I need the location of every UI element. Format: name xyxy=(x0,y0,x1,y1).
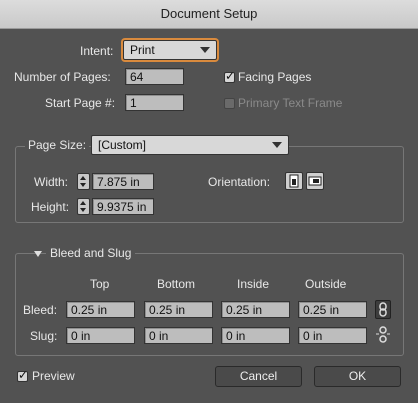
cancel-button[interactable]: Cancel xyxy=(215,366,302,387)
page-size-value: [Custom] xyxy=(98,138,147,152)
disclosure-triangle-icon[interactable] xyxy=(34,251,42,257)
chevron-down-icon xyxy=(200,47,210,53)
bleed-label: Bleed: xyxy=(23,303,58,317)
width-label: Width: xyxy=(34,175,69,189)
chain-link-icon xyxy=(379,302,387,317)
slug-top-field[interactable]: 0 in xyxy=(66,327,135,344)
title-bar: Document Setup xyxy=(0,0,418,29)
bleed-outside-field[interactable]: 0.25 in xyxy=(298,301,367,318)
bleed-inside-field[interactable]: 0.25 in xyxy=(221,301,290,318)
intent-select[interactable]: Print xyxy=(123,40,217,60)
start-page-field[interactable]: 1 xyxy=(125,94,184,111)
column-top: Top xyxy=(90,277,110,291)
check-icon: ✓ xyxy=(18,368,29,382)
broken-chain-link-icon xyxy=(376,326,390,343)
bleed-top-field[interactable]: 0.25 in xyxy=(66,301,135,318)
primary-text-frame-label: Primary Text Frame xyxy=(238,96,343,110)
landscape-orientation-button[interactable] xyxy=(306,172,324,190)
portrait-orientation-button[interactable] xyxy=(285,172,303,190)
portrait-icon xyxy=(289,174,299,188)
bleed-link-button[interactable] xyxy=(375,300,391,319)
width-stepper[interactable] xyxy=(77,173,90,190)
width-field[interactable]: 7.875 in xyxy=(92,173,154,190)
height-stepper[interactable] xyxy=(77,198,90,215)
intent-value: Print xyxy=(130,43,155,57)
orientation-label: Orientation: xyxy=(208,175,271,189)
chevron-down-icon xyxy=(272,142,282,148)
bleed-bottom-field[interactable]: 0.25 in xyxy=(144,301,213,318)
slug-label: Slug: xyxy=(30,329,58,343)
primary-text-frame-checkbox[interactable] xyxy=(224,98,235,109)
number-of-pages-label: Number of Pages: xyxy=(14,70,111,84)
bleed-slug-title: Bleed and Slug xyxy=(46,246,136,260)
slug-outside-field[interactable]: 0 in xyxy=(298,327,367,344)
slug-bottom-field[interactable]: 0 in xyxy=(144,327,213,344)
column-outside: Outside xyxy=(305,277,347,291)
facing-pages-checkbox[interactable]: ✓ xyxy=(224,69,236,83)
preview-checkbox[interactable]: ✓ xyxy=(17,368,29,382)
page-size-label: Page Size: xyxy=(25,138,90,152)
check-icon: ✓ xyxy=(225,69,236,83)
height-label: Height: xyxy=(31,200,70,214)
column-inside: Inside xyxy=(237,277,270,291)
start-page-label: Start Page #: xyxy=(45,96,116,110)
intent-label: Intent: xyxy=(80,44,114,58)
dialog-title: Document Setup xyxy=(160,6,258,21)
landscape-icon xyxy=(308,176,322,186)
slug-inside-field[interactable]: 0 in xyxy=(221,327,290,344)
document-setup-dialog: Intent: Print Number of Pages: 64 Start … xyxy=(0,29,418,403)
preview-label: Preview xyxy=(32,369,75,383)
column-bottom: Bottom xyxy=(157,277,196,291)
slug-link-button[interactable] xyxy=(375,325,391,344)
number-of-pages-field[interactable]: 64 xyxy=(125,68,184,85)
height-field[interactable]: 9.9375 in xyxy=(92,198,154,215)
ok-button[interactable]: OK xyxy=(314,366,401,387)
page-size-select[interactable]: [Custom] xyxy=(91,135,289,155)
facing-pages-label: Facing Pages xyxy=(238,70,312,84)
